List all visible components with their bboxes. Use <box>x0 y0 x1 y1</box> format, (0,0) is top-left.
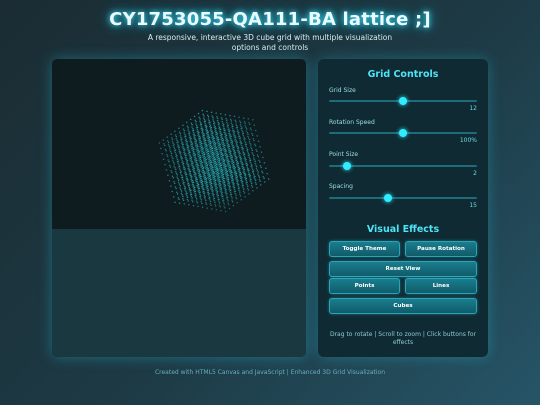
spacing-slider-thumb[interactable] <box>384 194 393 202</box>
rotation-speed-value: 100% <box>459 137 477 144</box>
rotation-speed-label: Rotation Speed <box>329 119 375 126</box>
visualization-panel[interactable] <box>52 59 306 357</box>
page-footer: Created with HTML5 Canvas and JavaScript… <box>154 369 386 376</box>
spacing-slider[interactable] <box>329 194 477 202</box>
reset-view-button[interactable]: Reset View <box>329 261 477 277</box>
lattice-graphic[interactable] <box>52 59 306 229</box>
grid-size-slider[interactable] <box>329 97 477 105</box>
grid-size-label: Grid Size <box>329 87 356 94</box>
rotation-speed-slider[interactable] <box>329 129 477 137</box>
point-size-label: Point Size <box>329 151 359 158</box>
toggle-theme-button[interactable]: Toggle Theme <box>329 241 400 257</box>
controls-panel: Grid Controls Grid Size 12 Rotation Spee… <box>318 59 488 357</box>
grid-size-value: 12 <box>469 105 477 112</box>
page-title: CY1753055-QA111-BA lattice ;] <box>109 9 431 30</box>
spacing-label: Spacing <box>329 183 353 190</box>
lattice-canvas[interactable] <box>52 59 306 229</box>
rotation-speed-slider-thumb[interactable] <box>399 129 407 137</box>
point-size-slider-thumb[interactable] <box>342 162 351 170</box>
interaction-hint: Drag to rotate | Scroll to zoom | Click … <box>329 331 477 346</box>
points-button[interactable]: Points <box>329 278 400 294</box>
spacing-value: 15 <box>469 202 477 209</box>
page-subtitle: A responsive, interactive 3D cube grid w… <box>147 33 393 52</box>
point-size-slider[interactable] <box>329 162 477 170</box>
lines-button[interactable]: Lines <box>405 278 477 294</box>
grid-size-slider-thumb[interactable] <box>399 97 407 105</box>
pause-rotation-button[interactable]: Pause Rotation <box>405 241 477 257</box>
visual-effects-title: Visual Effects <box>366 224 440 235</box>
canvas-lower-area <box>52 229 306 357</box>
point-size-value: 2 <box>473 170 477 177</box>
grid-controls-title: Grid Controls <box>367 69 439 80</box>
cubes-button[interactable]: Cubes <box>329 298 477 314</box>
